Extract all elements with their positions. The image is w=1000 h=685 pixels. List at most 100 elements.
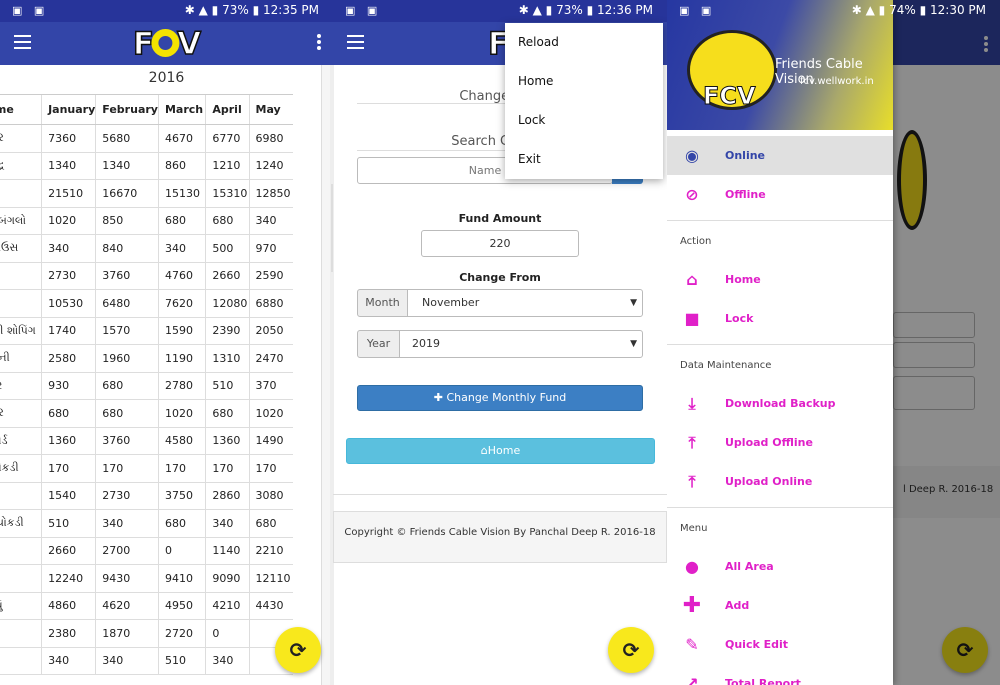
area-name-cell: પાર્ક [0,482,42,510]
menu-icon[interactable] [14,35,31,49]
chart-icon: ↗ [685,674,699,685]
month-select[interactable]: November ▼ [407,289,643,317]
amount-cell: 340 [205,647,250,675]
area-name-cell: પાછળ [0,564,42,593]
fund-amount-input[interactable]: 220 [421,230,579,257]
amount-cell: 680 [205,207,250,235]
section-action: Action [680,236,712,247]
amount-cell: 340 [157,234,206,263]
amount-cell: 500 [205,234,250,263]
drawer-item-all-area[interactable]: ● All Area [667,547,893,586]
amount-cell: 680 [95,372,159,400]
table-row: ગ્ય કેન્દ્ર1340134086012101240 [0,152,293,180]
menu-icon[interactable] [347,35,364,49]
drawer-item-offline[interactable]: ⊘ Offline [667,175,893,214]
amount-cell: 850 [95,207,159,235]
drawer-item-home[interactable]: ⌂ Home [667,260,893,299]
amount-cell: 340 [41,234,96,263]
menu-item-reload[interactable]: Reload [505,23,663,62]
amount-cell: 170 [248,454,293,483]
amount-cell: 370 [248,372,293,400]
refresh-fab[interactable]: ⟳ [275,627,321,673]
drawer-item-upload-offline[interactable]: ⤒ Upload Offline [667,423,893,462]
area-name-cell: . ફળીયું [0,592,42,620]
amount-cell: 7620 [157,289,206,318]
footer: Copyright © Friends Cable Vision By Panc… [333,511,667,563]
table-row: ર શાળા2380187027200 [0,619,293,648]
amount-cell: 2730 [95,482,159,510]
amount-cell: 21510 [41,179,96,208]
amount-cell: 12240 [41,564,96,593]
screen-monthly-report: ▣ ▣ ✱ ▲ ▮ 73% ▮ 12:35 PM FV 2016 a NameJ… [0,0,333,685]
amount-cell: 12080 [205,289,250,318]
table-row: પાર્ક15402730375028603080 [0,482,293,510]
overflow-menu-icon[interactable] [317,34,321,52]
amount-cell: 340 [248,207,293,235]
amount-cell: 15130 [157,179,206,208]
area-name-cell: ર શાળા [0,619,42,648]
amount-cell: 2660 [41,537,96,565]
area-name-cell: ા નગર [0,399,42,428]
table-row: . ફળીયું48604620495042104430 [0,592,293,620]
edit-icon: ✎ [685,635,699,654]
location-pin-icon: ● [685,557,699,576]
amount-cell: 1740 [41,317,96,345]
amount-cell: 340 [95,647,159,675]
area-name-cell: ા નગર [0,124,42,153]
table-row: ીન હાઉસ340840340500970 [0,234,293,263]
table-row: મા પાર્ક2151016670151301531012850 [0,179,293,208]
table-row: ડી.બી.ચોકડી510340680340680 [0,509,293,538]
amount-cell: 2730 [41,262,96,290]
scrim[interactable] [893,0,1000,685]
home-button[interactable]: ⌂Home [346,438,655,464]
menu-item-exit[interactable]: Exit [505,140,663,179]
area-name-cell: ડી.બી.ચોકડી [0,509,42,538]
amount-cell: 970 [248,234,293,263]
area-name-cell: ટેન્ડ [0,289,42,318]
amount-cell: 1020 [248,399,293,428]
table-row: ારમાં27303760476026602590 [0,262,293,290]
amount-cell: 0 [205,619,250,648]
amount-cell: 2380 [41,619,96,648]
amount-cell: 2210 [248,537,293,565]
column-header: February [95,94,159,125]
report-table: a NameJanuaryFebruaryMarchAprilMay ા નગર… [0,94,293,675]
year-label: Year [357,330,400,358]
amount-cell: 680 [41,399,96,428]
amount-cell: 680 [248,509,293,538]
drawer-item-add[interactable]: ✚ Add [667,586,893,625]
drawer-item-online[interactable]: ◉ Online [667,136,893,175]
table-row: ાન ચોકડી170170170170170 [0,454,293,483]
dropdown-arrow-icon: ▼ [630,298,637,308]
table-row: સિંગ બોર્ડ13603760458013601490 [0,427,293,455]
amount-cell: 4430 [248,592,293,620]
menu-item-home[interactable]: Home [505,62,663,101]
menu-item-lock[interactable]: Lock [505,101,663,140]
amount-cell: 840 [95,234,159,263]
drawer-item-total-report[interactable]: ↗ Total Report [667,664,893,685]
amount-cell: 1870 [95,619,159,648]
table-row: ા નગર68068010206801020 [0,399,293,428]
amount-cell: 170 [157,454,206,483]
amount-cell: 9430 [95,564,159,593]
drawer-item-upload-online[interactable]: ⤒ Upload Online [667,462,893,501]
change-monthly-fund-button[interactable]: ✚ Change Monthly Fund [357,385,643,411]
drawer-item-download-backup[interactable]: ⤓ Download Backup [667,384,893,423]
notification-icons: ▣ ▣ [679,4,716,17]
year-select[interactable]: 2019 ▼ [399,330,643,358]
amount-cell: 340 [41,647,96,675]
amount-cell: 1540 [41,482,96,510]
amount-cell: 510 [157,647,206,675]
drawer-item-lock[interactable]: ■ Lock [667,299,893,338]
area-name-cell: ીલ [0,537,42,565]
refresh-fab[interactable]: ⟳ [608,627,654,673]
amount-cell: 2860 [205,482,250,510]
lock-icon: ■ [684,309,700,328]
amount-cell: 2660 [205,262,250,290]
drawer-item-quick-edit[interactable]: ✎ Quick Edit [667,625,893,664]
amount-cell: 4950 [157,592,206,620]
amount-cell: 4670 [157,124,206,153]
column-header: May [248,94,293,125]
dropdown-arrow-icon: ▼ [630,339,637,349]
amount-cell: 12850 [248,179,293,208]
